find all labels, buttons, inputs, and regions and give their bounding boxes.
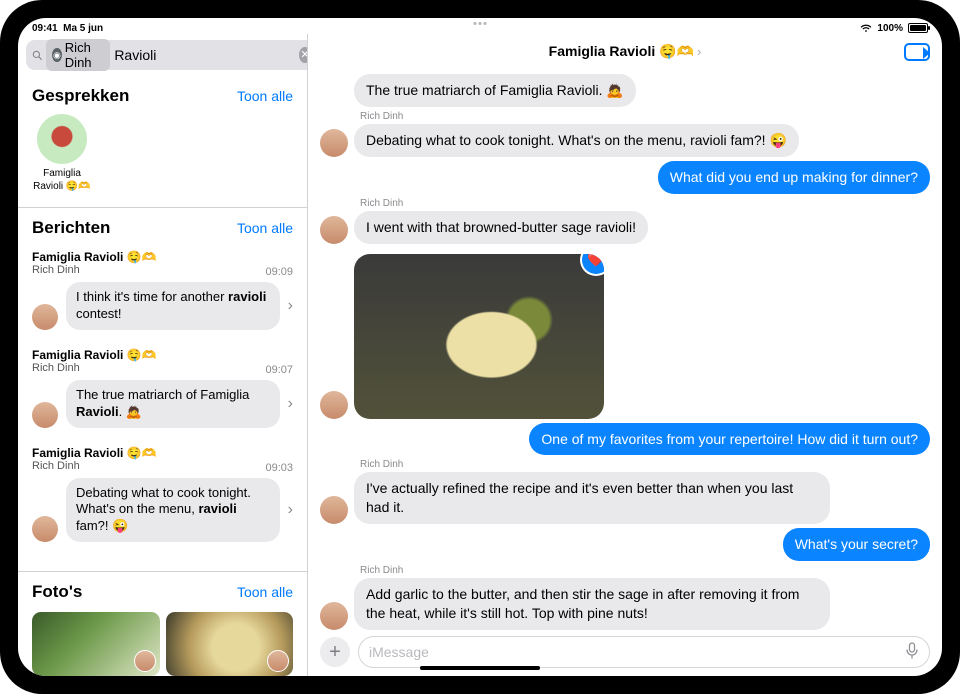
message-bubble[interactable]: The true matriarch of Famiglia Ravioli. … <box>354 74 636 107</box>
result-chat-name: Famiglia Ravioli 🤤🫶 <box>32 446 293 460</box>
screen: 09:41 Ma 5 jun 100% ◉ Rich Dinh ✕ <box>18 18 942 676</box>
message-search-result[interactable]: Famiglia Ravioli 🤤🫶Rich Dinh09:03 Debatin… <box>18 438 307 553</box>
message-bubble[interactable]: One of my favorites from your repertoire… <box>529 423 930 456</box>
person-icon: ◉ <box>52 48 62 62</box>
result-time: 09:07 <box>265 364 293 376</box>
conversations-show-all-link[interactable]: Toon alle <box>237 88 293 104</box>
message-bubble[interactable]: What's your secret? <box>783 528 930 561</box>
status-date: Ma 5 jun <box>63 23 103 34</box>
conversation-header[interactable]: Famiglia Ravioli 🤤🫶› <box>308 34 942 70</box>
wifi-icon <box>860 24 872 33</box>
multitask-grabber-icon[interactable] <box>474 22 487 25</box>
result-preview-bubble: Debating what to cook tonight. What's on… <box>66 478 280 543</box>
result-sender: Rich Dinh <box>32 460 293 472</box>
chat-transcript[interactable]: The true matriarch of Famiglia Ravioli. … <box>308 70 942 630</box>
search-token[interactable]: ◉ Rich Dinh <box>46 39 110 71</box>
message-placeholder: iMessage <box>369 644 429 660</box>
sender-avatar-icon <box>32 304 58 330</box>
battery-percent: 100% <box>877 23 903 34</box>
image-attachment[interactable]: ❤️ <box>354 254 604 419</box>
result-preview-bubble: The true matriarch of Famiglia Ravioli. … <box>66 380 280 428</box>
sender-badge-icon <box>134 650 156 672</box>
message-search-result[interactable]: Famiglia Ravioli 🤤🫶Rich Dinh09:07 The tru… <box>18 340 307 438</box>
message-bubble[interactable]: Add garlic to the butter, and then stir … <box>354 578 830 630</box>
facetime-button[interactable] <box>904 43 930 61</box>
sender-avatar-icon <box>320 391 348 419</box>
sender-label: Rich Dinh <box>354 459 830 470</box>
result-preview-bubble: I think it's time for another ravioli co… <box>66 282 280 330</box>
sender-label: Rich Dinh <box>354 111 799 122</box>
messages-show-all-link[interactable]: Toon alle <box>237 220 293 236</box>
clear-search-button[interactable]: ✕ <box>299 47 308 63</box>
sender-avatar-icon <box>320 496 348 524</box>
sender-avatar-icon <box>320 129 348 157</box>
chevron-right-icon: › <box>288 501 293 519</box>
ipad-frame: 09:41 Ma 5 jun 100% ◉ Rich Dinh ✕ <box>0 0 960 694</box>
result-time: 09:03 <box>265 462 293 474</box>
conversation-result[interactable]: Famiglia Ravioli 🤤🫶 <box>32 114 92 193</box>
chevron-right-icon: › <box>288 395 293 413</box>
tapback-love-icon[interactable]: ❤️ <box>582 254 604 274</box>
message-bubble[interactable]: What did you end up making for dinner? <box>658 161 930 194</box>
search-field[interactable]: ◉ Rich Dinh ✕ <box>26 40 308 70</box>
section-messages-heading: Berichten <box>32 218 110 238</box>
result-sender: Rich Dinh <box>32 264 293 276</box>
search-input[interactable] <box>114 47 295 63</box>
message-bubble[interactable]: I went with that browned-butter sage rav… <box>354 211 648 244</box>
search-token-label: Rich Dinh <box>65 40 105 70</box>
result-chat-name: Famiglia Ravioli 🤤🫶 <box>32 348 293 362</box>
sender-avatar-icon <box>320 216 348 244</box>
group-avatar-icon <box>37 114 87 164</box>
conversation-title: Famiglia Ravioli 🤤🫶 <box>549 43 694 59</box>
message-bubble[interactable]: Debating what to cook tonight. What's on… <box>354 124 799 157</box>
sender-avatar-icon <box>320 602 348 630</box>
chevron-right-icon: › <box>697 44 701 59</box>
section-conversations-heading: Gesprekken <box>32 86 129 106</box>
home-indicator[interactable] <box>420 666 540 670</box>
section-photos-heading: Foto's <box>32 582 82 602</box>
status-bar: 09:41 Ma 5 jun 100% <box>18 18 942 34</box>
sender-avatar-icon <box>32 516 58 542</box>
sender-label: Rich Dinh <box>354 198 648 209</box>
conversation-name: Famiglia Ravioli 🤤🫶 <box>32 168 92 193</box>
sidebar: ◉ Rich Dinh ✕ Annuleer Gesprekken Toon a… <box>18 34 308 676</box>
message-bubble[interactable]: I've actually refined the recipe and it'… <box>354 472 830 524</box>
photo-result[interactable] <box>166 612 294 676</box>
status-time: 09:41 <box>32 23 58 34</box>
sender-avatar-icon <box>32 402 58 428</box>
result-time: 09:09 <box>265 266 293 278</box>
result-chat-name: Famiglia Ravioli 🤤🫶 <box>32 250 293 264</box>
dictate-icon[interactable] <box>905 642 919 663</box>
message-input[interactable]: iMessage <box>358 636 930 668</box>
chevron-right-icon: › <box>288 297 293 315</box>
result-sender: Rich Dinh <box>32 362 293 374</box>
add-attachment-button[interactable]: + <box>320 637 350 667</box>
photos-show-all-link[interactable]: Toon alle <box>237 584 293 600</box>
sender-badge-icon <box>267 650 289 672</box>
conversation-pane: Famiglia Ravioli 🤤🫶› The true matriarch … <box>308 34 942 676</box>
battery-icon <box>908 23 928 33</box>
photo-result[interactable] <box>32 612 160 676</box>
sender-label: Rich Dinh <box>354 565 830 576</box>
message-search-result[interactable]: Famiglia Ravioli 🤤🫶Rich Dinh09:09 I think… <box>18 242 307 340</box>
search-icon <box>32 48 42 62</box>
